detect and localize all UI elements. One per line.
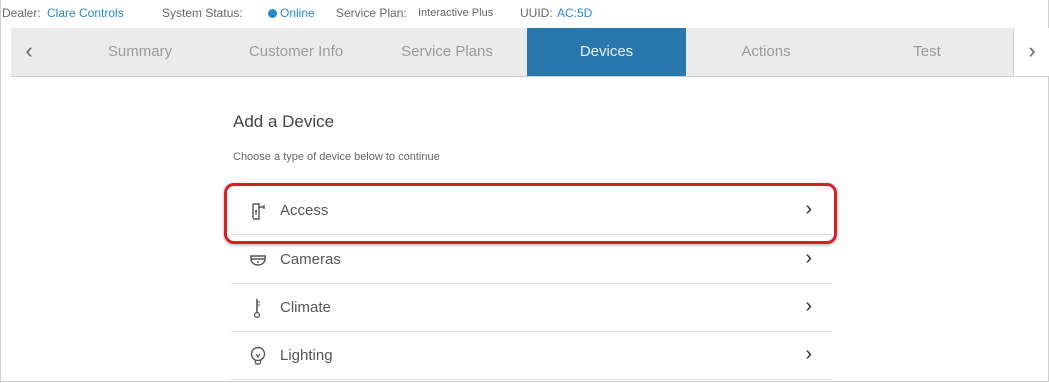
status-dot-icon bbox=[268, 9, 277, 18]
device-label-climate: Climate bbox=[280, 299, 331, 316]
device-row-cameras[interactable]: Cameras › bbox=[231, 236, 832, 284]
lock-icon bbox=[252, 203, 265, 220]
tab-test[interactable]: Test bbox=[846, 28, 1008, 76]
thermometer-icon bbox=[253, 299, 261, 319]
tab-prev-arrow[interactable]: ‹ bbox=[11, 28, 47, 76]
dealer-link[interactable]: Clare Controls bbox=[47, 6, 124, 20]
tab-bar: ‹ Summary Customer Info Service Plans De… bbox=[11, 28, 1049, 77]
device-row-lighting[interactable]: Lighting › bbox=[231, 332, 832, 380]
uuid-label: UUID: bbox=[520, 6, 553, 20]
tab-customer-info[interactable]: Customer Info bbox=[215, 28, 377, 76]
tab-actions[interactable]: Actions bbox=[686, 28, 846, 76]
system-info-bar: Dealer: Clare Controls System Status: On… bbox=[0, 0, 1049, 28]
uuid-value: AC:5D bbox=[557, 6, 593, 20]
page-subtitle: Choose a type of device below to continu… bbox=[233, 151, 440, 163]
dealer-label: Dealer: bbox=[2, 6, 41, 20]
status-label: System Status: bbox=[162, 6, 243, 20]
page-title: Add a Device bbox=[233, 112, 335, 131]
status-badge: Online bbox=[268, 6, 315, 20]
chevron-right-icon: › bbox=[805, 247, 812, 269]
tab-next-arrow[interactable]: › bbox=[1013, 28, 1049, 76]
chevron-right-icon: › bbox=[805, 343, 812, 365]
device-row-climate[interactable]: Climate › bbox=[231, 284, 832, 332]
plan-value: Interactive Plus bbox=[418, 7, 494, 19]
plan-label: Service Plan: bbox=[336, 6, 407, 20]
camera-icon bbox=[250, 255, 266, 266]
lightbulb-icon bbox=[250, 346, 266, 365]
device-label-access: Access bbox=[280, 202, 329, 219]
device-label-lighting: Lighting bbox=[280, 347, 333, 364]
tab-summary[interactable]: Summary bbox=[55, 28, 225, 76]
chevron-right-icon: › bbox=[805, 198, 812, 220]
chevron-right-icon: › bbox=[805, 295, 812, 317]
tab-devices[interactable]: Devices bbox=[527, 28, 686, 76]
device-row-access[interactable]: Access › bbox=[231, 187, 832, 235]
device-label-cameras: Cameras bbox=[280, 251, 341, 268]
tab-service-plans[interactable]: Service Plans bbox=[366, 28, 528, 76]
